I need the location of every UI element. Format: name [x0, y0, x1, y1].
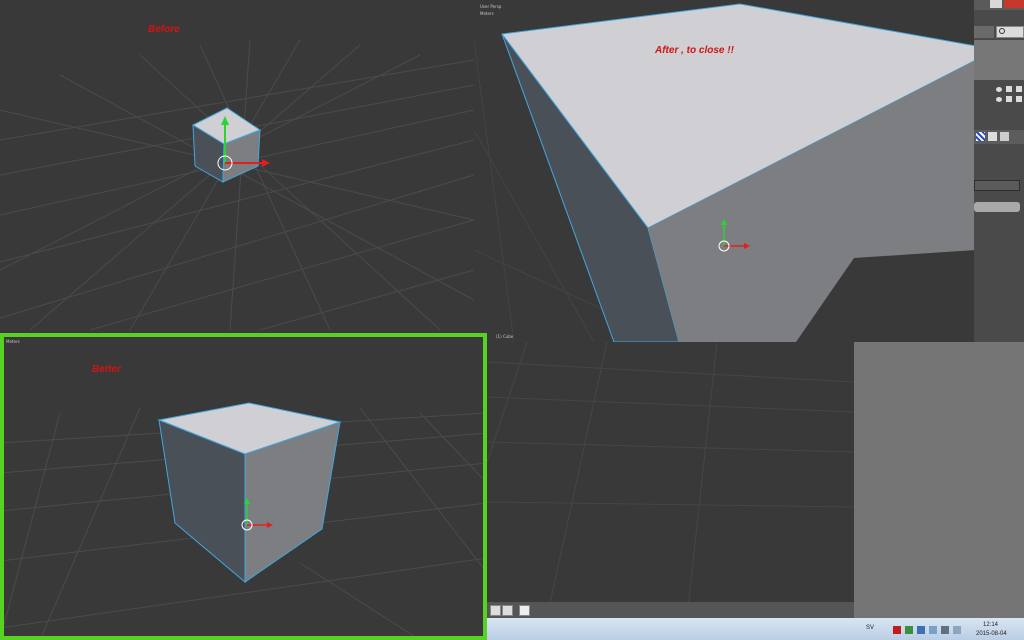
eye-icon[interactable]	[996, 97, 1002, 102]
view-menu-icon[interactable]	[502, 605, 513, 616]
viewport-empty-canvas	[487, 342, 854, 617]
camera-render-icon[interactable]	[1016, 86, 1022, 92]
search-toggle[interactable]	[974, 26, 994, 38]
view-units-label: Meters	[6, 339, 20, 344]
label-better: Better	[92, 364, 121, 375]
viewport-empty[interactable]	[487, 342, 854, 617]
properties-button[interactable]	[974, 202, 1020, 212]
cursor-select-icon[interactable]	[1006, 86, 1012, 92]
particles-tab-icon[interactable]	[988, 132, 997, 141]
viewport-better-canvas	[0, 402, 487, 640]
editor-type-icon[interactable]	[490, 605, 501, 616]
outliner-list[interactable]	[974, 40, 1024, 80]
camera-render-icon[interactable]	[1016, 96, 1022, 102]
viewport-header[interactable]	[487, 602, 854, 618]
grid	[487, 342, 854, 617]
texture-tab-icon[interactable]	[976, 132, 985, 141]
tray-app-icon[interactable]	[893, 626, 901, 634]
clock-time[interactable]: 12:14	[983, 622, 998, 628]
grid	[0, 39, 474, 330]
viewport-after[interactable]: User Persp Meters (1) Cube After , to cl…	[474, 0, 976, 342]
maximize-button[interactable]	[990, 0, 1002, 8]
side-panel	[854, 342, 1024, 618]
tray-network-icon[interactable]	[905, 626, 913, 634]
viewport-before[interactable]: Before	[0, 0, 474, 330]
tray-power-icon[interactable]	[941, 626, 949, 634]
cursor-select-icon[interactable]	[1006, 96, 1012, 102]
physics-tab-icon[interactable]	[1000, 132, 1009, 141]
tray-volume-icon[interactable]	[929, 626, 937, 634]
properties-dropdown[interactable]	[974, 180, 1020, 191]
input-language[interactable]: SV	[866, 625, 874, 631]
eye-icon[interactable]	[996, 87, 1002, 92]
gizmo-x-arrow[interactable]	[262, 159, 270, 167]
label-before: Before	[148, 24, 180, 35]
view-mode-label: User Persp	[480, 4, 502, 9]
tray-display-icon[interactable]	[953, 626, 961, 634]
search-icon	[999, 28, 1005, 34]
viewport-better[interactable]: Meters Better	[0, 333, 487, 640]
properties-panel[interactable]	[974, 0, 1024, 342]
clock-date[interactable]: 2015-08-04	[976, 631, 1007, 637]
view-units-label: Meters	[480, 11, 494, 16]
active-object-label: (1) Cube	[496, 334, 514, 339]
no-entry-icon[interactable]	[519, 605, 530, 616]
close-window-button[interactable]	[1004, 0, 1024, 8]
label-after: After , to close !!	[655, 45, 734, 56]
tray-flag-icon[interactable]	[917, 626, 925, 634]
viewport-before-canvas	[0, 39, 474, 330]
